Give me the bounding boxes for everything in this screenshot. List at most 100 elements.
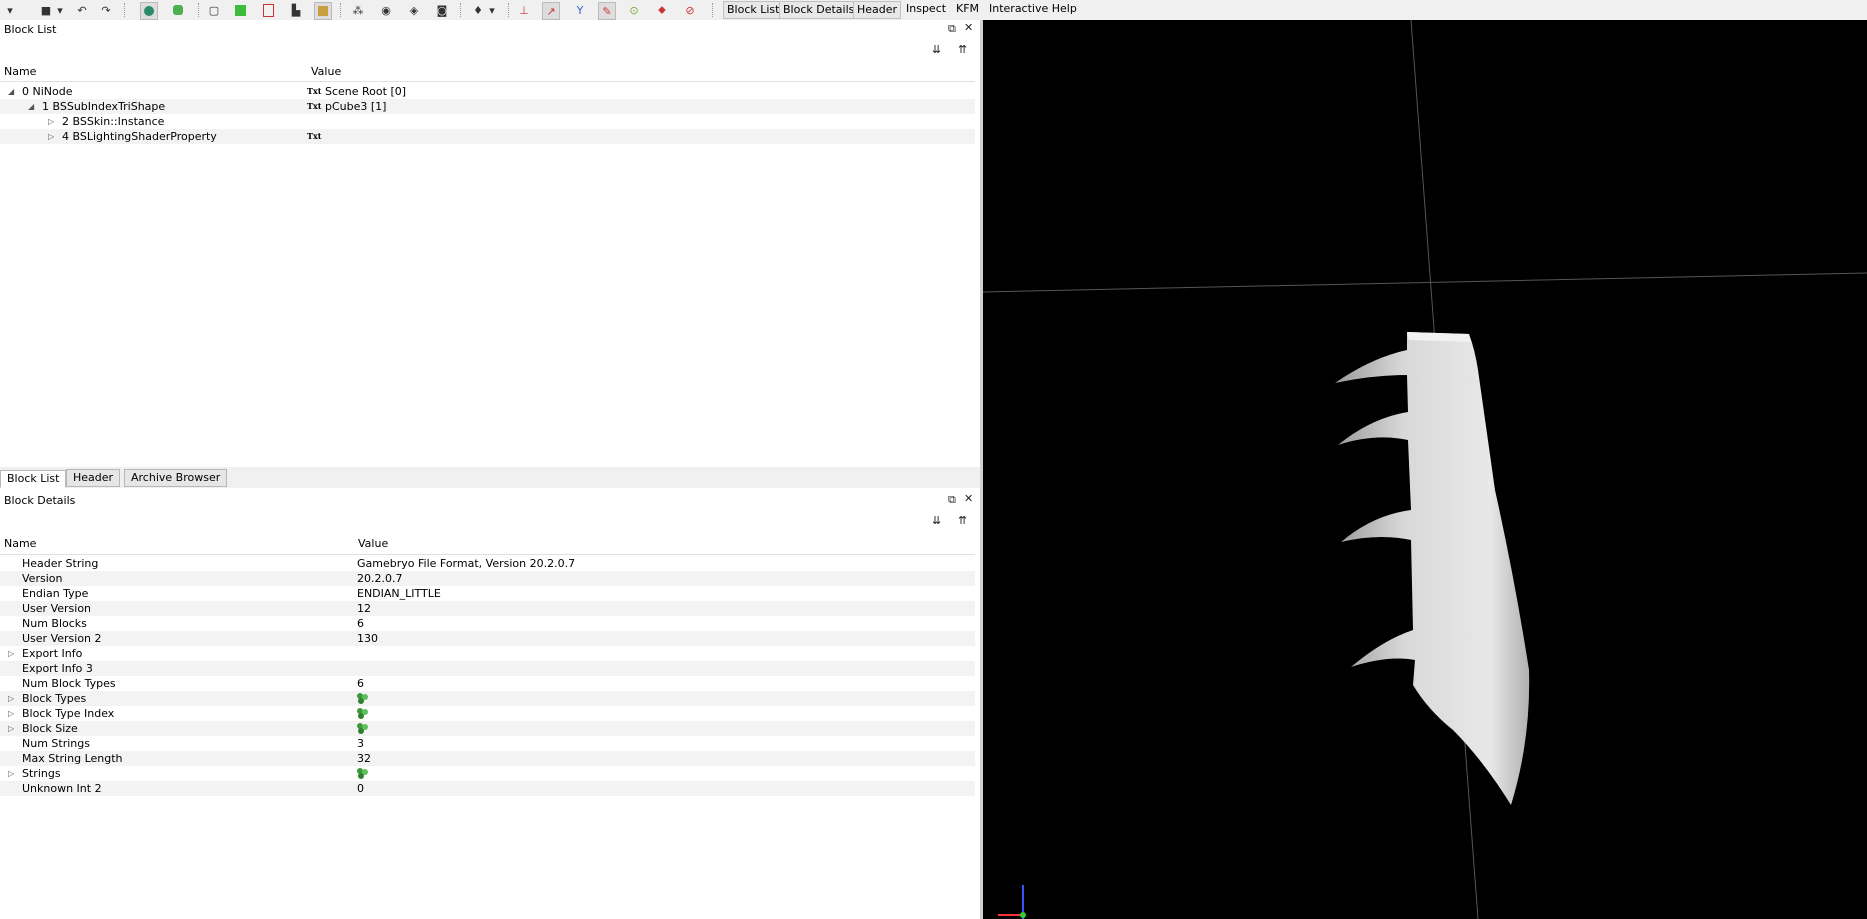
detail-row[interactable]: Export Info 3 (0, 661, 975, 676)
detail-row[interactable]: Header String Gamebryo File Format, Vers… (0, 556, 975, 571)
expand-arrow-icon[interactable]: ▷ (8, 766, 14, 781)
toolbar-tab-header[interactable]: Header (853, 1, 902, 19)
camera-icon[interactable]: ◙ (434, 2, 450, 18)
field-value[interactable]: Gamebryo File Format, Version 20.2.0.7 (357, 556, 575, 571)
tree-icon[interactable]: Y (572, 2, 588, 18)
texture-icon[interactable]: ◈ (406, 2, 422, 18)
undo-icon[interactable]: ↶ (74, 2, 90, 18)
brush-icon[interactable]: ✎ (598, 2, 616, 20)
toolbar-separator (508, 3, 510, 17)
marker-icon[interactable]: ⊙ (626, 2, 642, 18)
cube-icon[interactable] (314, 2, 332, 20)
expand-arrow-icon[interactable]: ▷ (48, 129, 54, 144)
detail-row[interactable]: ▷ Export Info (0, 646, 975, 661)
sanitize-icon[interactable] (140, 2, 158, 20)
detail-row[interactable]: Endian Type ENDIAN_LITTLE (0, 586, 975, 601)
field-value[interactable]: 6 (357, 616, 364, 631)
render-viewport[interactable] (983, 20, 1867, 919)
block-name: 2 BSSkin::Instance (62, 115, 165, 128)
column-header-value[interactable]: Value (311, 65, 341, 78)
collapse-all-icon[interactable]: ⇊ (932, 514, 941, 527)
float-icon[interactable]: ⧉ (948, 22, 956, 36)
tab-header[interactable]: Header (66, 469, 121, 487)
txt-icon: Txt (307, 131, 322, 141)
block-details-panel: Block Details ⧉ ✕ ⇊ ⇈ Name Value Header … (0, 488, 980, 919)
toolbar-tab-inspect[interactable]: Inspect (903, 1, 949, 17)
block-value: Scene Root [0] (325, 85, 407, 98)
axes-icon[interactable]: ⊥ (516, 2, 532, 18)
expand-all-icon[interactable]: ⇈ (958, 514, 967, 527)
toolbar-tab-block-details[interactable]: Block Details (779, 1, 859, 19)
field-name: Block Types (22, 692, 87, 705)
detail-row[interactable]: ▷ Block Types (0, 691, 975, 706)
expand-arrow-icon[interactable]: ▷ (8, 721, 14, 736)
detail-row[interactable]: User Version 12 (0, 601, 975, 616)
detail-row[interactable]: ▷ Strings (0, 766, 975, 781)
collapse-all-icon[interactable]: ⇊ (932, 43, 941, 56)
page-icon[interactable]: ▢ (206, 2, 222, 18)
toolbar-tab-interactive-help[interactable]: Interactive Help (986, 1, 1080, 17)
detail-row[interactable]: ▷ Block Size (0, 721, 975, 736)
detail-row[interactable]: Unknown Int 2 0 (0, 781, 975, 796)
expand-all-icon[interactable]: ⇈ (958, 43, 967, 56)
hide-pin-icon[interactable]: ⊘ (682, 2, 698, 18)
field-value[interactable]: 130 (357, 631, 378, 646)
dock-tab-bar: Block List Header Archive Browser (0, 467, 980, 488)
bone-icon[interactable]: ⁂ (350, 2, 366, 18)
field-value[interactable]: 3 (357, 736, 364, 751)
pin-icon[interactable]: ⬥ (654, 2, 670, 18)
expand-arrow-icon[interactable]: ▷ (8, 646, 14, 661)
block-name: 1 BSSubIndexTriShape (42, 100, 166, 113)
field-name: User Version 2 (22, 632, 102, 645)
eye-icon[interactable]: ◉ (378, 2, 394, 18)
detail-row[interactable]: Num Blocks 6 (0, 616, 975, 631)
detail-row[interactable]: ▷ Block Type Index (0, 706, 975, 721)
lightbulb-dropdown-icon[interactable]: ▾ (484, 2, 500, 18)
field-value[interactable]: 32 (357, 751, 371, 766)
field-name: Header String (22, 557, 99, 570)
collapse-arrow-icon[interactable]: ◢ (8, 84, 14, 99)
field-value[interactable]: 6 (357, 676, 364, 691)
block-row-shader-property[interactable]: ▷ 4 BSLightingShaderProperty Txt (0, 129, 975, 144)
axis-origin (1020, 912, 1026, 918)
toolbar-tab-kfm[interactable]: KFM (953, 1, 982, 17)
detail-row[interactable]: Max String Length 32 (0, 751, 975, 766)
field-name: Endian Type (22, 587, 89, 600)
float-icon[interactable]: ⧉ (948, 493, 956, 507)
detail-row[interactable]: Num Block Types 6 (0, 676, 975, 691)
green-square-icon[interactable] (232, 2, 248, 18)
toolbar-separator (340, 3, 342, 17)
close-icon[interactable]: ✕ (964, 21, 973, 34)
detail-row[interactable]: Num Strings 3 (0, 736, 975, 751)
block-list-panel: Block List ⧉ ✕ ⇊ ⇈ Name Value ◢ 0 NiNode… (0, 20, 980, 467)
red-page-icon[interactable] (260, 2, 276, 18)
field-value[interactable]: 12 (357, 601, 371, 616)
spells-icon[interactable] (170, 2, 186, 18)
close-icon[interactable]: ✕ (964, 492, 973, 505)
field-name: Export Info 3 (22, 662, 93, 675)
tab-archive-browser[interactable]: Archive Browser (124, 469, 228, 487)
open-file-icon[interactable]: ▾ (2, 2, 18, 18)
expand-arrow-icon[interactable]: ▷ (8, 706, 14, 721)
column-header-name[interactable]: Name (4, 537, 36, 550)
detail-row[interactable]: User Version 2 130 (0, 631, 975, 646)
transform-icon[interactable]: ↗ (542, 2, 560, 20)
bookmark-icon[interactable]: ▙ (288, 2, 304, 18)
field-value[interactable]: 0 (357, 781, 364, 796)
expand-arrow-icon[interactable]: ▷ (48, 114, 54, 129)
block-value: pCube3 [1] (325, 100, 387, 113)
field-value[interactable]: 20.2.0.7 (357, 571, 402, 586)
collapse-arrow-icon[interactable]: ◢ (28, 99, 34, 114)
save-dropdown-icon[interactable]: ▾ (52, 2, 68, 18)
toolbar-tab-block-list[interactable]: Block List (723, 1, 784, 19)
expand-arrow-icon[interactable]: ▷ (8, 691, 14, 706)
tab-block-list[interactable]: Block List (0, 470, 67, 488)
detail-row[interactable]: Version 20.2.0.7 (0, 571, 975, 586)
column-header-value[interactable]: Value (358, 537, 388, 550)
field-value[interactable]: ENDIAN_LITTLE (357, 586, 441, 601)
block-row-trishape[interactable]: ◢ 1 BSSubIndexTriShape Txt pCube3 [1] (0, 99, 975, 114)
redo-icon[interactable]: ↷ (98, 2, 114, 18)
block-row-ninode[interactable]: ◢ 0 NiNode Txt Scene Root [0] (0, 84, 975, 99)
block-row-skin-instance[interactable]: ▷ 2 BSSkin::Instance (0, 114, 975, 129)
column-header-name[interactable]: Name (4, 65, 36, 78)
